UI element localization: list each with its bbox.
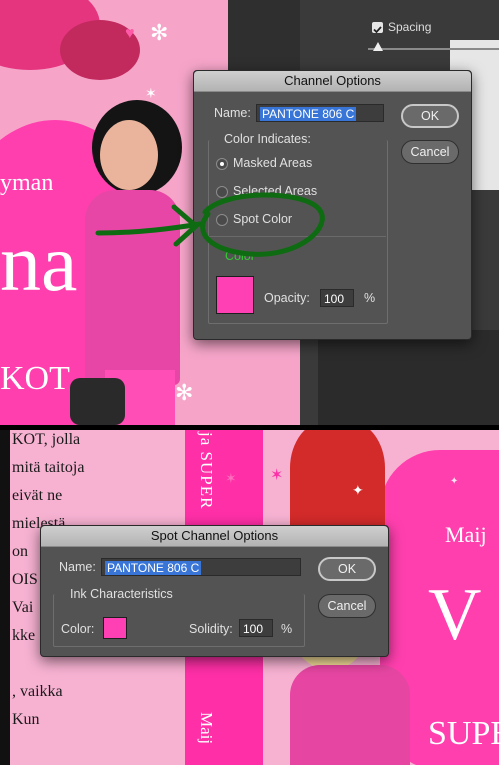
solidity-input[interactable]: 100	[239, 619, 273, 637]
ok-button[interactable]: OK	[318, 557, 376, 581]
spine-text-2: Maij	[197, 712, 216, 745]
red-hat-shape	[290, 430, 385, 540]
text-line: mitä taitoja	[12, 459, 85, 476]
text-line: Kun	[12, 711, 40, 728]
bottom-screenshot: KOT, jolla mitä taitoja eivät ne mielest…	[0, 430, 499, 765]
cancel-button[interactable]: Cancel	[318, 594, 376, 618]
star-icon: ✶	[225, 470, 237, 486]
spine-text-1: ja SUPER	[197, 432, 216, 510]
star-icon: ✦	[352, 482, 364, 498]
name-label: Name:	[59, 560, 96, 574]
spot-channel-options-dialog: Spot Channel Options Name: PANTONE 806 C…	[40, 525, 389, 657]
star-icon: ✦	[450, 476, 459, 487]
name-input-value: PANTONE 806 C	[105, 561, 202, 575]
green-annotation-arrow-icon	[95, 192, 325, 257]
solidity-unit: %	[281, 622, 293, 636]
pink-dress-shape	[290, 665, 410, 765]
dialog-title: Spot Channel Options	[41, 526, 388, 547]
cover-text-super: SUPER	[428, 715, 499, 752]
top-screenshot: yman na KOT ✻ ♥ ✶ ✻ ✶ Spacing Channel Op…	[0, 0, 499, 425]
solidity-label: Solidity:	[189, 622, 233, 636]
color-swatch[interactable]	[103, 617, 127, 639]
color-label: Color:	[61, 622, 95, 636]
text-line: , vaikka	[12, 683, 63, 700]
cover-text-maij: Maij	[445, 522, 487, 547]
text-line: eivät ne	[12, 487, 63, 504]
star-icon: ✶	[270, 467, 284, 484]
text-line: KOT, jolla	[12, 431, 81, 448]
name-input[interactable]: PANTONE 806 C	[101, 558, 301, 576]
cover-text-v: V	[428, 574, 482, 656]
